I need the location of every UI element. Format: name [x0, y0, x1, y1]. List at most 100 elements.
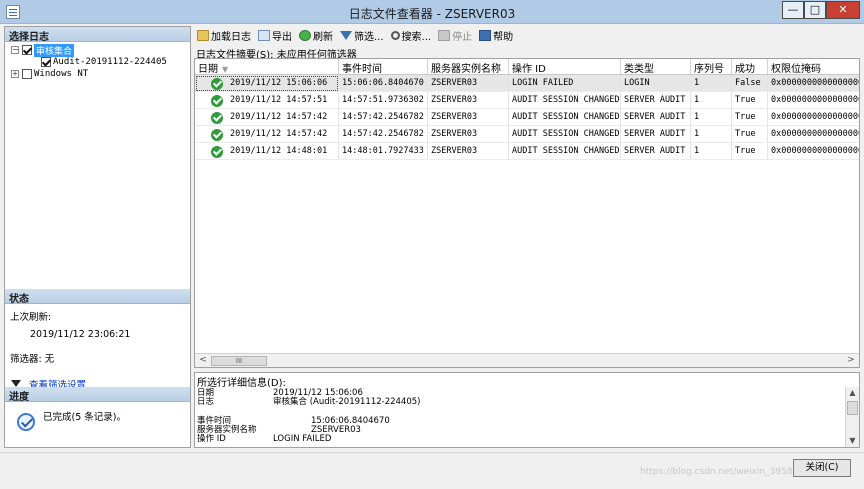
cell-sequence: 1: [691, 126, 732, 143]
cell-class-type: LOGIN: [621, 75, 691, 92]
cell-sequence: 1: [691, 143, 732, 160]
filter-icon: [340, 30, 352, 40]
horizontal-scrollbar[interactable]: < III >: [195, 353, 859, 367]
grid-header: 日期 ▼ 事件时间 服务器实例名称 操作 ID 类类型 序列号 成功 权限位掩码: [195, 59, 859, 75]
cell-succeeded: True: [732, 109, 768, 126]
vertical-scroll-thumb[interactable]: [847, 401, 858, 415]
column-header-class-type[interactable]: 类类型: [621, 59, 691, 74]
table-row[interactable]: 2019/11/12 15:06:06 15:06:06.8404670 ZSERV…: [195, 75, 859, 92]
windows-nt-label[interactable]: Windows NT: [34, 69, 88, 79]
column-header-action-id[interactable]: 操作 ID: [509, 59, 621, 74]
horizontal-scroll-thumb[interactable]: III: [211, 356, 267, 366]
progress-header: 进度: [5, 387, 190, 403]
filter-label: 筛选...: [354, 31, 384, 43]
window-title: 日志文件查看器 - ZSERVER03: [348, 7, 516, 21]
expand-icon[interactable]: +: [11, 70, 19, 78]
progress-section: 进度 已完成(5 条记录)。: [5, 387, 190, 431]
cell-event-time: 14:57:51.9736302: [339, 92, 428, 109]
column-header-permission-bitmask[interactable]: 权限位掩码: [768, 59, 859, 74]
cell-date: 2019/11/12 14:57:51: [195, 92, 339, 109]
scroll-down-icon[interactable]: ▼: [846, 435, 859, 447]
cell-server-instance: ZSERVER03: [428, 75, 509, 92]
load-log-button[interactable]: 加载日志: [194, 27, 254, 43]
cell-date: 2019/11/12 14:57:42: [195, 126, 339, 143]
status-header: 状态: [5, 289, 190, 305]
table-row[interactable]: 2019/11/12 14:48:01 14:48:01.7927433 ZSERV…: [195, 143, 859, 160]
cell-sequence: 1: [691, 109, 732, 126]
search-icon: [390, 30, 400, 40]
audit-file-label[interactable]: Audit-20191112-224405: [53, 57, 167, 67]
cell-permission-bitmask: 0x000000000000000000: [768, 75, 859, 92]
bottom-bar: https://blog.csdn.net/weixin_39582578 关闭…: [0, 452, 864, 489]
stop-button[interactable]: 停止: [435, 27, 475, 43]
cell-class-type: SERVER AUDIT: [621, 109, 691, 126]
collapse-icon[interactable]: −: [11, 46, 19, 54]
cell-action-id: AUDIT SESSION CHANGED: [509, 92, 621, 109]
cell-server-instance: ZSERVER03: [428, 126, 509, 143]
minimize-button[interactable]: —: [782, 1, 804, 19]
last-refresh-value: 2019/11/12 23:06:21: [30, 329, 131, 340]
tree-item-audit-collection[interactable]: − 审核集合: [11, 43, 75, 57]
close-button[interactable]: 关闭(C): [793, 459, 851, 477]
details-header: 所选行详细信息(D):: [197, 378, 286, 389]
maximize-button[interactable]: □: [804, 1, 826, 19]
completed-check-icon: [17, 413, 35, 431]
cell-succeeded: True: [732, 143, 768, 160]
tree-item-audit-file[interactable]: Audit-20191112-224405: [41, 56, 167, 68]
audit-file-checkbox[interactable]: [41, 57, 51, 67]
log-entries-grid[interactable]: 日期 ▼ 事件时间 服务器实例名称 操作 ID 类类型 序列号 成功 权限位掩码 …: [194, 58, 860, 368]
cell-sequence: 1: [691, 75, 732, 92]
detail-log-value: 审核集合 (Audit-20191112-224405): [273, 397, 421, 407]
tree-item-windows-nt[interactable]: + Windows NT: [11, 68, 88, 80]
table-row[interactable]: 2019/11/12 14:57:42 14:57:42.2546782 ZSERV…: [195, 109, 859, 126]
progress-text: 已完成(5 条记录)。: [43, 412, 126, 423]
filter-button[interactable]: 筛选...: [337, 27, 387, 43]
search-button[interactable]: 搜索...: [388, 27, 435, 43]
audit-collection-label[interactable]: 审核集合: [34, 43, 75, 57]
refresh-icon: [299, 29, 311, 41]
cell-server-instance: ZSERVER03: [428, 143, 509, 160]
title-bar: 日志文件查看器 - ZSERVER03 — □ ✕: [0, 0, 864, 24]
cell-succeeded: True: [732, 92, 768, 109]
cell-class-type: SERVER AUDIT: [621, 126, 691, 143]
help-button[interactable]: 帮助: [476, 27, 516, 43]
cell-server-instance: ZSERVER03: [428, 109, 509, 126]
stop-icon: [438, 29, 451, 41]
column-header-date[interactable]: 日期 ▼: [195, 59, 339, 74]
cell-permission-bitmask: 0x000000000000000000: [768, 92, 859, 109]
cell-event-time: 14:57:42.2546782: [339, 126, 428, 143]
details-vertical-scrollbar[interactable]: ▲ ▼: [845, 387, 859, 447]
refresh-button[interactable]: 刷新: [296, 27, 336, 43]
cell-sequence: 1: [691, 92, 732, 109]
detail-action-key: 操作 ID: [197, 434, 226, 444]
status-section: 状态 上次刷新: 2019/11/12 23:06:21 筛选器: 无 查看筛选…: [5, 289, 190, 391]
scroll-left-icon[interactable]: <: [196, 355, 210, 367]
column-header-sequence[interactable]: 序列号: [691, 59, 732, 74]
scroll-up-icon[interactable]: ▲: [846, 387, 859, 399]
log-tree: − 审核集合 Audit-20191112-224405 + Windows N…: [5, 42, 190, 292]
scroll-right-icon[interactable]: >: [844, 355, 858, 367]
export-button[interactable]: 导出: [255, 27, 295, 43]
cell-event-time: 15:06:06.8404670: [339, 75, 428, 92]
column-header-server-instance[interactable]: 服务器实例名称: [428, 59, 509, 74]
audit-collection-checkbox[interactable]: [22, 45, 32, 55]
toolbar: 加载日志 导出 刷新 筛选... 搜索... 停止 帮助: [194, 26, 860, 44]
cell-server-instance: ZSERVER03: [428, 92, 509, 109]
column-header-succeeded[interactable]: 成功: [732, 59, 768, 74]
close-window-button[interactable]: ✕: [826, 1, 860, 19]
cell-permission-bitmask: 0x000000000000000000: [768, 109, 859, 126]
left-pane: 选择日志 − 审核集合 Audit-20191112-224405 + Wind…: [4, 26, 191, 448]
search-label: 搜索...: [401, 31, 432, 43]
cell-succeeded: False: [732, 75, 768, 92]
table-row[interactable]: 2019/11/12 14:57:51 14:57:51.9736302 ZSERV…: [195, 92, 859, 109]
cell-action-id: LOGIN FAILED: [509, 75, 621, 92]
export-icon: [258, 29, 270, 41]
windows-nt-checkbox[interactable]: [22, 69, 32, 79]
help-icon: [479, 29, 492, 41]
table-row[interactable]: 2019/11/12 14:57:42 14:57:42.2546782 ZSERV…: [195, 126, 859, 143]
filter-status: 筛选器: 无: [10, 354, 55, 365]
folder-icon: [197, 29, 209, 41]
column-header-event-time[interactable]: 事件时间: [339, 59, 428, 74]
refresh-label: 刷新: [313, 31, 333, 43]
cell-event-time: 14:57:42.2546782: [339, 109, 428, 126]
